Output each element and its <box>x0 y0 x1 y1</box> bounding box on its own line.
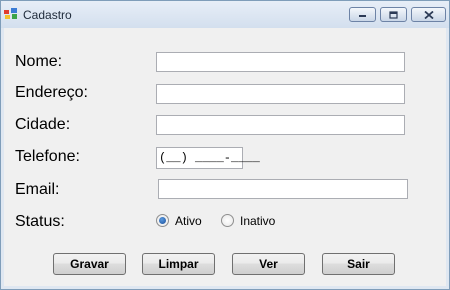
minimize-button[interactable] <box>349 7 376 22</box>
app-icon <box>4 8 17 19</box>
status-ativo-label[interactable]: Ativo <box>175 214 202 228</box>
email-label: Email: <box>15 181 60 198</box>
limpar-button[interactable]: Limpar <box>142 253 215 275</box>
cadastro-window: Cadastro Nome: Endereço: Cidade: Telefon… <box>0 0 450 290</box>
telefone-label: Telefone: <box>15 148 80 165</box>
status-label: Status: <box>15 213 65 230</box>
title-bar[interactable]: Cadastro <box>1 1 449 28</box>
cidade-field[interactable] <box>156 115 405 135</box>
email-field[interactable] <box>158 179 408 199</box>
gravar-button[interactable]: Gravar <box>53 253 126 275</box>
status-ativo-radio[interactable] <box>156 214 169 227</box>
minimize-icon <box>359 15 366 17</box>
status-inativo-label[interactable]: Inativo <box>240 214 275 228</box>
form-client-area: Nome: Endereço: Cidade: Telefone: (__) _… <box>4 28 446 286</box>
ver-button[interactable]: Ver <box>232 253 305 275</box>
radio-selected-dot <box>159 217 166 224</box>
cidade-label: Cidade: <box>15 116 71 133</box>
maximize-button[interactable] <box>380 7 407 22</box>
nome-label: Nome: <box>15 53 63 70</box>
telefone-field[interactable]: (__) ____-____ <box>156 147 260 169</box>
window-title: Cadastro <box>23 8 72 22</box>
status-inativo-radio[interactable] <box>221 214 234 227</box>
endereco-label: Endereço: <box>15 84 88 101</box>
nome-field[interactable] <box>156 52 405 72</box>
close-icon <box>423 10 434 19</box>
close-button[interactable] <box>411 7 446 22</box>
maximize-icon <box>389 10 398 19</box>
endereco-field[interactable] <box>156 84 405 104</box>
sair-button[interactable]: Sair <box>322 253 395 275</box>
